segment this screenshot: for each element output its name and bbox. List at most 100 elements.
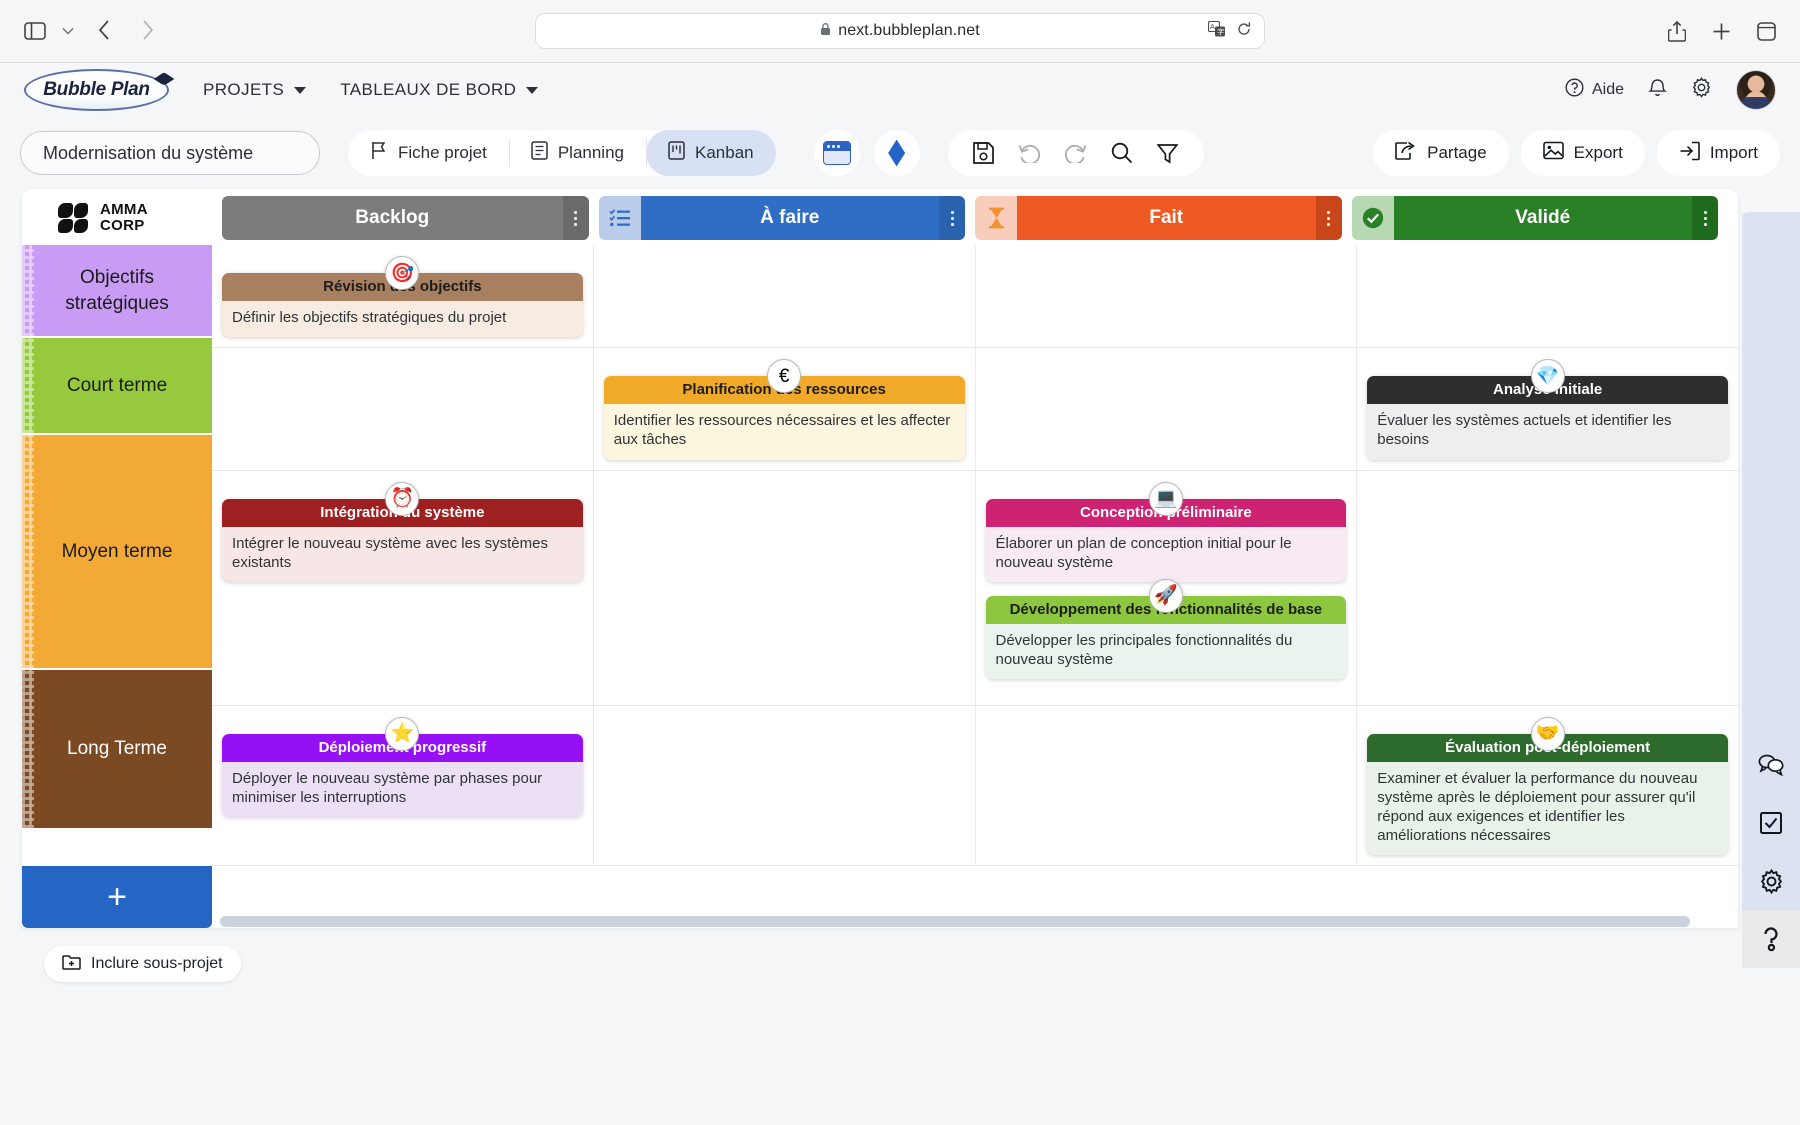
column-title-valide: Validé: [1515, 207, 1571, 228]
column-title-fait: Fait: [1149, 207, 1184, 228]
kanban-card[interactable]: €Planification des ressourcesIdentifier …: [603, 359, 965, 460]
swimlane-drag-handle[interactable]: [22, 245, 34, 336]
column-header-afaire[interactable]: À faire: [598, 196, 965, 240]
import-button[interactable]: Import: [1656, 130, 1780, 176]
share-icon[interactable]: [1668, 20, 1686, 42]
cell-moyen-fait[interactable]: 💻 Conception préliminaire Élaborer un plan…: [976, 470, 1358, 705]
column-menu-backlog[interactable]: [562, 196, 589, 240]
new-tab-icon[interactable]: [1712, 22, 1731, 41]
nav-item-projets[interactable]: PROJETS: [203, 80, 307, 100]
cell-court-backlog[interactable]: [212, 348, 594, 470]
help-button[interactable]: Aide: [1565, 78, 1624, 102]
column-header-valide[interactable]: Validé: [1351, 196, 1718, 240]
column-menu-afaire[interactable]: [939, 196, 965, 240]
cell-court-valide[interactable]: 💎 Analyse Initiale Évaluer les systèmes ac…: [1357, 348, 1738, 469]
reload-icon[interactable]: [1236, 21, 1252, 42]
column-header-backlog[interactable]: Backlog: [222, 196, 589, 240]
horizontal-scrollbar[interactable]: [212, 914, 1738, 929]
swimlane-label-objectifs: Objectifs stratégiques: [65, 266, 169, 314]
swimlane-court[interactable]: Court terme: [22, 338, 212, 435]
swimlane-drag-handle[interactable]: [22, 670, 34, 828]
project-name-chip[interactable]: Modernisation du système: [20, 131, 320, 175]
export-button[interactable]: Export: [1520, 130, 1645, 176]
include-subproject-button[interactable]: Inclure sous-projet: [44, 946, 241, 983]
swimlane-label-court: Court terme: [66, 374, 168, 396]
cell-court-fait[interactable]: [976, 348, 1358, 470]
cell-objectifs-afaire[interactable]: [594, 245, 976, 348]
kanban-board: AMMA CORP Backlog À faire Fait Validé Objec…: [22, 189, 1738, 929]
tab-kanban[interactable]: Kanban: [646, 130, 776, 176]
tab-overview-icon[interactable]: [1757, 21, 1776, 41]
project-toolbar: Modernisation du système Fiche projet Pl…: [0, 117, 1800, 189]
gear-icon[interactable]: [1691, 77, 1712, 103]
swimlane-long[interactable]: Long Terme: [22, 670, 212, 830]
bell-icon[interactable]: [1647, 77, 1668, 103]
card-description: Évaluer les systèmes actuels et identifi…: [1367, 404, 1728, 460]
filter-icon[interactable]: [1148, 133, 1188, 173]
kanban-card[interactable]: ⏰Intégration du systèmeIntégrer le nouve…: [222, 481, 583, 582]
help-question-icon[interactable]: [1742, 910, 1800, 968]
column-title-afaire: À faire: [760, 207, 820, 228]
sidebar-dropdown-icon[interactable]: [62, 27, 74, 35]
partage-button[interactable]: Partage: [1373, 130, 1509, 176]
translate-icon[interactable]: A字: [1207, 20, 1226, 42]
cell-objectifs-fait[interactable]: [976, 245, 1358, 348]
grid-row-court: €Planification des ressourcesIdentifier …: [212, 348, 1738, 471]
scrollbar-thumb[interactable]: [220, 915, 1690, 927]
swimlane-objectifs[interactable]: Objectifs stratégiques: [22, 245, 212, 338]
cell-long-afaire[interactable]: [594, 705, 976, 866]
main-nav: PROJETS TABLEAUX DE BORD: [203, 80, 539, 100]
kanban-icon: [668, 141, 685, 165]
tab-fiche-projet[interactable]: Fiche projet: [348, 130, 509, 176]
address-bar[interactable]: next.bubbleplan.net A字: [535, 13, 1265, 49]
grid-row-long: ⭐ Déploiement progressif Déployer le nouve…: [212, 705, 1738, 867]
toggle-diamond-view-button[interactable]: [873, 130, 920, 176]
cell-moyen-valide[interactable]: [1357, 471, 1738, 705]
redo-icon[interactable]: [1056, 133, 1096, 173]
kanban-card[interactable]: ⭐ Déploiement progressif Déployer le nouve…: [222, 716, 583, 817]
save-icon[interactable]: [964, 133, 1004, 173]
column-header-fait[interactable]: Fait: [975, 196, 1342, 240]
import-icon: [1679, 141, 1700, 166]
toggle-window-view-button[interactable]: [813, 130, 860, 176]
cell-objectifs-backlog[interactable]: 🎯Révision des objectifsDéfinir les objec…: [212, 245, 594, 348]
swimlane-drag-handle[interactable]: [22, 338, 34, 433]
cell-court-afaire[interactable]: €Planification des ressourcesIdentifier …: [594, 348, 976, 470]
back-arrow-icon[interactable]: [90, 18, 118, 44]
search-icon[interactable]: [1102, 133, 1142, 173]
add-swimlane-button[interactable]: +: [22, 866, 212, 929]
tasks-checkbox-icon[interactable]: [1742, 794, 1800, 852]
kanban-card[interactable]: 🎯Révision des objectifsDéfinir les objec…: [222, 256, 583, 338]
kanban-card[interactable]: 💻 Conception préliminaire Élaborer un plan…: [985, 481, 1347, 582]
kanban-card[interactable]: 💎 Analyse Initiale Évaluer les systèmes ac…: [1367, 359, 1728, 460]
swimlane-label-moyen: Moyen terme: [61, 540, 173, 562]
swimlane-drag-handle[interactable]: [22, 435, 34, 668]
cell-moyen-backlog[interactable]: ⏰Intégration du systèmeIntégrer le nouve…: [212, 470, 594, 705]
column-menu-valide[interactable]: [1692, 196, 1718, 240]
comments-icon[interactable]: [1742, 736, 1800, 794]
tab-kanban-label: Kanban: [695, 143, 754, 162]
tab-planning[interactable]: Planning: [508, 130, 646, 176]
cell-moyen-afaire[interactable]: [594, 470, 976, 705]
nav-item-tableaux-label: TABLEAUX DE BORD: [340, 80, 517, 99]
kanban-card[interactable]: 🤝 Évaluation post-déploiement Examiner et …: [1367, 716, 1728, 856]
cell-long-backlog[interactable]: ⭐ Déploiement progressif Déployer le nouve…: [212, 705, 594, 866]
cell-long-fait[interactable]: [976, 705, 1358, 866]
sidebar-toggle-icon[interactable]: [24, 22, 46, 40]
avatar[interactable]: [1736, 70, 1776, 110]
undo-icon[interactable]: [1010, 133, 1050, 173]
settings-gear-icon[interactable]: [1742, 852, 1800, 910]
amma-corp-logo: [58, 203, 88, 233]
help-label: Aide: [1591, 81, 1624, 98]
nav-item-tableaux-de-bord[interactable]: TABLEAUX DE BORD: [340, 80, 539, 100]
board-body: Objectifs stratégiques Court terme Moyen te…: [22, 245, 1738, 867]
cell-long-valide[interactable]: 🤝 Évaluation post-déploiement Examiner et …: [1357, 706, 1738, 866]
bubble-plan-logo[interactable]: Bubble Plan: [24, 69, 169, 111]
swimlane-moyen[interactable]: Moyen terme: [22, 435, 212, 670]
forward-arrow-icon[interactable]: [134, 18, 162, 44]
kanban-card[interactable]: 🚀 Développement des fonctionnalités de ba…: [985, 578, 1347, 680]
cell-objectifs-valide[interactable]: [1357, 245, 1738, 347]
column-menu-fait[interactable]: [1315, 196, 1342, 240]
swimlane-label-long: Long Terme: [67, 738, 167, 760]
tab-fiche-projet-label: Fiche projet: [398, 143, 487, 162]
